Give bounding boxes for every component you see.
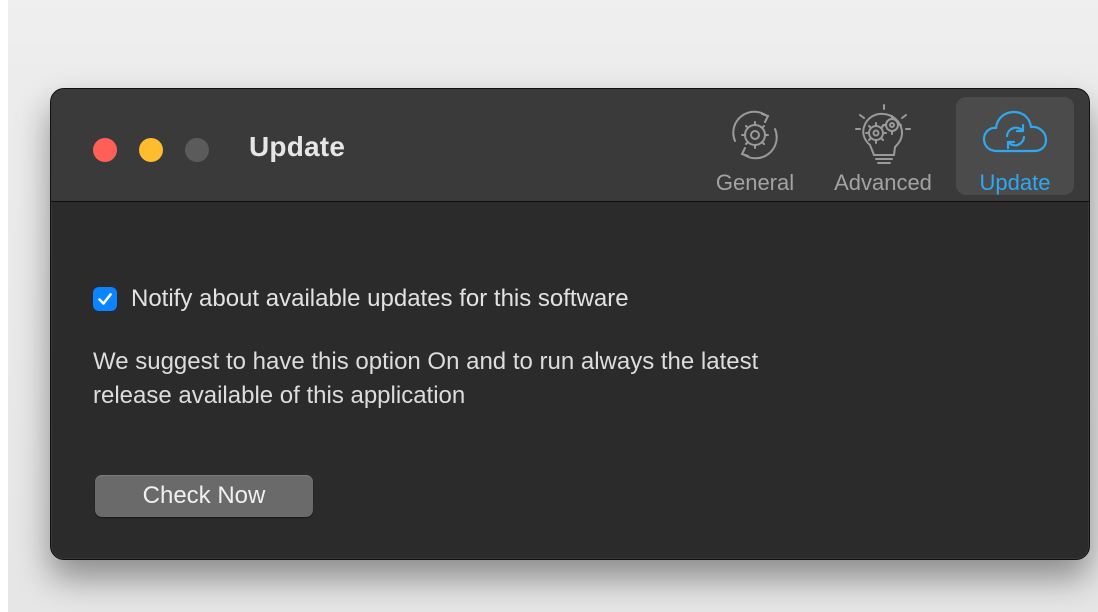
- gear-cycle-icon: [723, 103, 787, 172]
- notify-checkbox-label[interactable]: Notify about available updates for this …: [131, 285, 629, 313]
- close-window-button[interactable]: [93, 138, 117, 162]
- preferences-window: Update General Advanced Update Notify ab…: [50, 88, 1090, 560]
- window-title: Update: [249, 131, 346, 162]
- check-now-button[interactable]: Check Now: [95, 475, 313, 517]
- tab-update[interactable]: Update: [956, 97, 1074, 195]
- tab-advanced-label: Advanced: [834, 170, 932, 195]
- tab-general-label: General: [715, 170, 795, 195]
- tab-advanced[interactable]: Advanced: [821, 97, 945, 195]
- tab-update-label: Update: [979, 170, 1051, 195]
- cloud-sync-icon: [979, 103, 1051, 172]
- desktop-backdrop: [0, 0, 8, 612]
- minimize-window-button[interactable]: [139, 138, 163, 162]
- description-line-2: release available of this application: [93, 382, 466, 409]
- tab-general[interactable]: General: [703, 97, 807, 195]
- checkmark-icon: [98, 293, 112, 305]
- notify-checkbox-row[interactable]: Notify about available updates for this …: [93, 283, 629, 315]
- zoom-window-button[interactable]: [185, 138, 209, 162]
- update-description: We suggest to have this option On and to…: [93, 345, 993, 413]
- window-titlebar: Update General Advanced Update: [51, 89, 1089, 202]
- notify-checkbox[interactable]: [93, 287, 117, 311]
- lightbulb-gears-icon: [850, 103, 916, 174]
- description-line-1: We suggest to have this option On and to…: [93, 348, 759, 375]
